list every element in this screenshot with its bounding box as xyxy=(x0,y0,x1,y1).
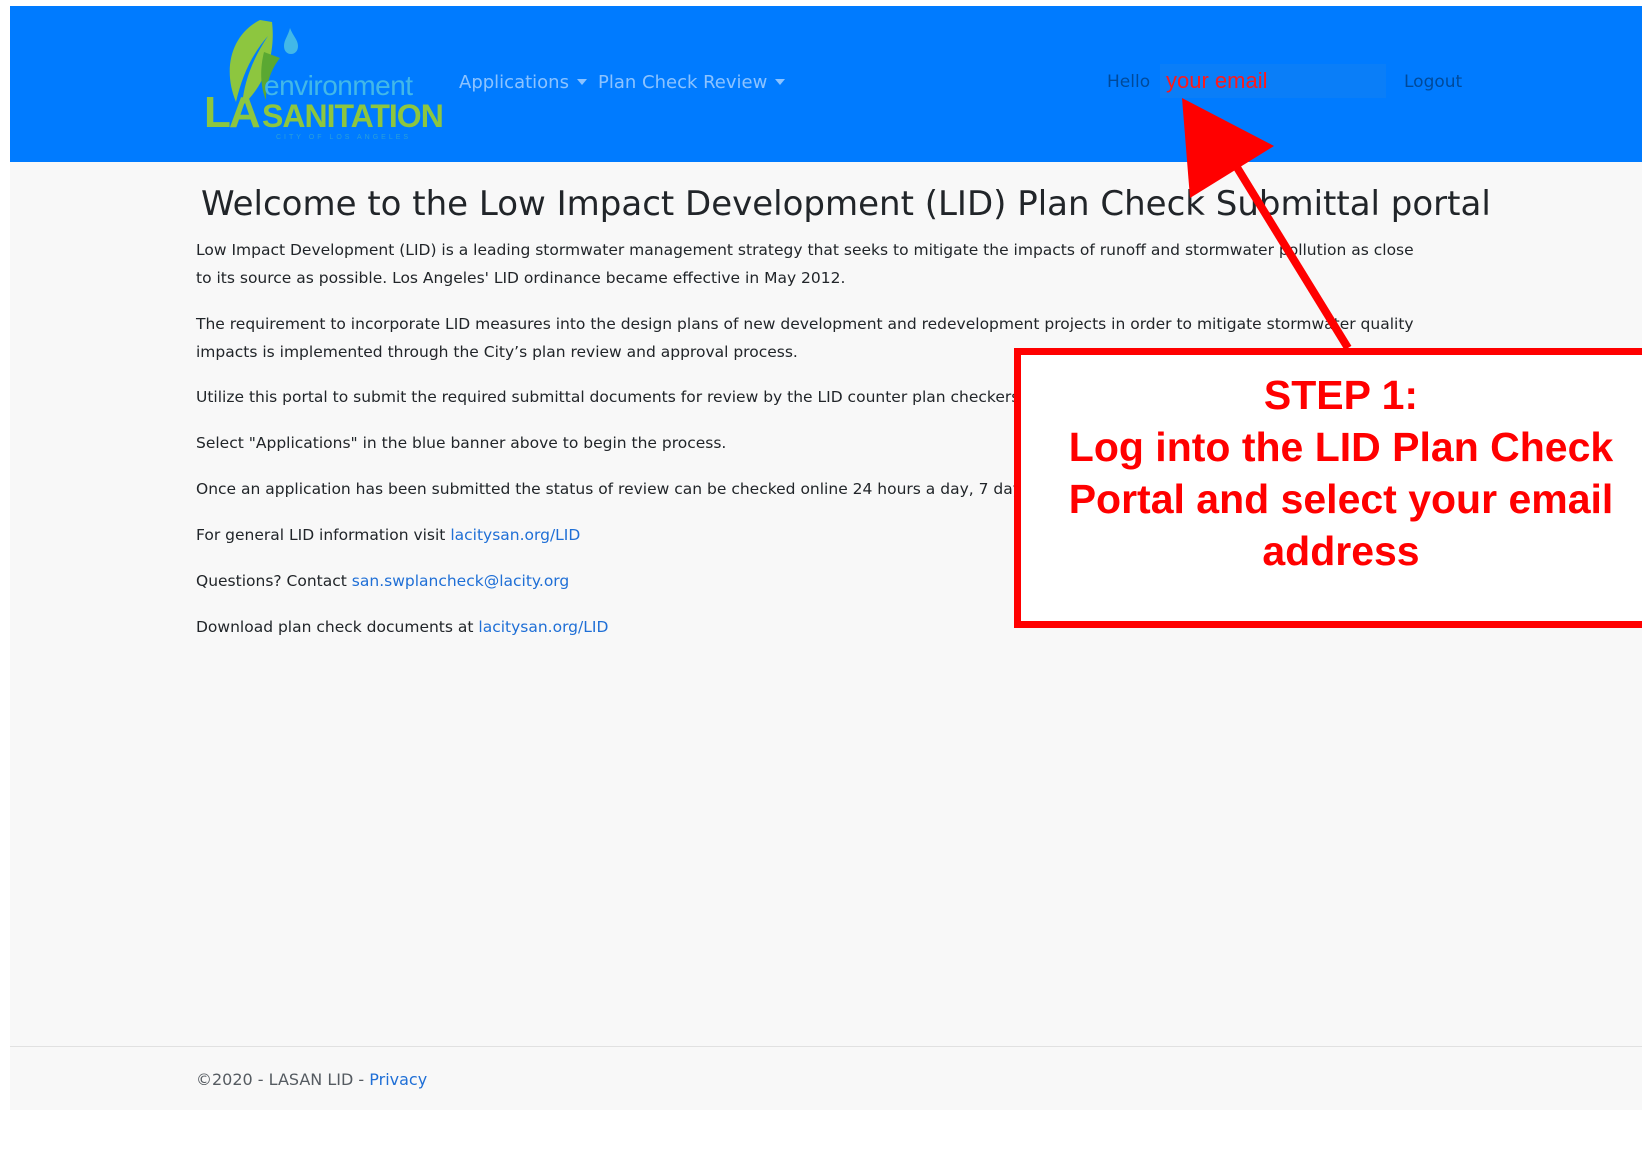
logo-city-text: CITY OF LOS ANGELES xyxy=(276,134,412,141)
footer-copyright: ©2020 - LASAN LID - xyxy=(196,1070,370,1089)
privacy-link[interactable]: Privacy xyxy=(369,1070,427,1089)
contact-email-link[interactable]: san.swplancheck@lacity.org xyxy=(352,572,569,590)
hello-label: Hello xyxy=(1107,72,1151,92)
nav-plan-check-review-dropdown[interactable]: Plan Check Review xyxy=(598,72,786,93)
footer-divider xyxy=(10,1046,1642,1047)
nav-applications-dropdown[interactable]: Applications xyxy=(459,72,587,93)
documents-link[interactable]: lacitysan.org/LID xyxy=(478,618,608,636)
intro-line-1: Low Impact Development (LID) is a leadin… xyxy=(196,241,1414,259)
nav-plan-check-review-label: Plan Check Review xyxy=(598,72,768,93)
browser-page: environment LA SANITATION CITY OF LOS AN… xyxy=(10,6,1642,1110)
intro-line-2: to its source as possible. Los Angeles' … xyxy=(196,269,846,287)
footer: ©2020 - LASAN LID - Privacy xyxy=(196,1070,427,1089)
callout-line-2: Log into the LID Plan Check xyxy=(1068,424,1614,470)
download-text: Download plan check documents at xyxy=(196,618,479,636)
la-sanitation-logo[interactable]: environment LA SANITATION CITY OF LOS AN… xyxy=(202,16,444,142)
callout-line-4: address xyxy=(1262,528,1420,574)
nav-applications-label: Applications xyxy=(459,72,569,93)
step1-callout-box: STEP 1: Log into the LID Plan Check Port… xyxy=(1014,348,1642,628)
caret-down-icon xyxy=(576,78,587,85)
step1-callout-text: STEP 1: Log into the LID Plan Check Port… xyxy=(1021,369,1642,577)
requirement-line-1: The requirement to incorporate LID measu… xyxy=(196,315,1414,333)
intro-paragraph: Low Impact Development (LID) is a leadin… xyxy=(196,236,1486,292)
top-navbar: environment LA SANITATION CITY OF LOS AN… xyxy=(10,6,1642,162)
callout-line-3: Portal and select your email xyxy=(1068,476,1614,522)
page-title: Welcome to the Low Impact Development (L… xyxy=(201,184,1491,224)
caret-down-icon xyxy=(775,78,786,85)
general-info-text: For general LID information visit xyxy=(196,526,451,544)
lid-info-link[interactable]: lacitysan.org/LID xyxy=(450,526,580,544)
logout-button[interactable]: Logout xyxy=(1404,72,1462,92)
logo-la-text: LA xyxy=(204,88,261,137)
logo-sanitation-text: SANITATION xyxy=(262,98,444,134)
questions-text: Questions? Contact xyxy=(196,572,352,590)
callout-line-1: STEP 1: xyxy=(1263,372,1419,418)
user-email-link[interactable]: your email xyxy=(1160,64,1386,98)
